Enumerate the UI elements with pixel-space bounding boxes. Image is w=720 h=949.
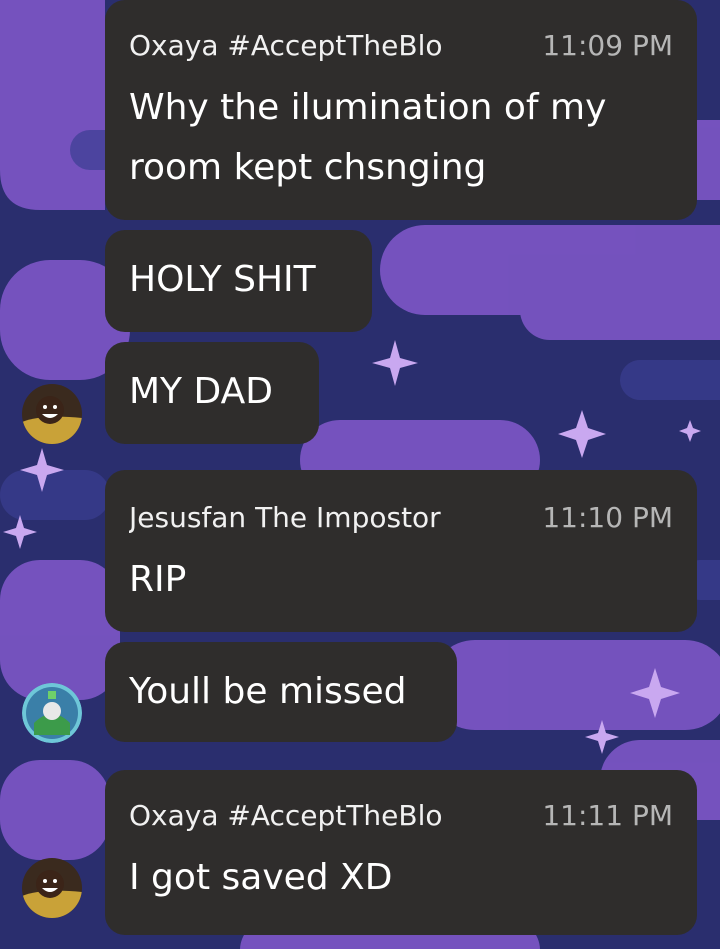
message-header: Jesusfan The Impostor 11:10 PM	[129, 498, 673, 538]
message-bubble[interactable]: Youll be missed	[105, 642, 457, 742]
sender-name[interactable]: Oxaya #AcceptTheBlo	[129, 796, 513, 836]
sender-name[interactable]: Jesusfan The Impostor	[129, 498, 513, 538]
message-header: Oxaya #AcceptTheBlo 11:09 PM	[129, 26, 673, 66]
message-text: Why the ilumination of my	[129, 87, 607, 128]
message-text: HOLY SHIT	[129, 259, 316, 300]
timestamp: 11:09 PM	[542, 29, 673, 62]
message-text: I got saved XD	[129, 857, 393, 898]
timestamp: 11:10 PM	[542, 501, 673, 534]
message-text: room kept chsnging	[129, 147, 487, 188]
message-bubble[interactable]: Oxaya #AcceptTheBlo 11:11 PM I got saved…	[105, 770, 697, 935]
message-bubble[interactable]: MY DAD	[105, 342, 319, 444]
message-text: RIP	[129, 559, 187, 600]
message-text: Youll be missed	[129, 671, 407, 712]
oxaya-avatar-icon[interactable]	[22, 384, 82, 444]
message-bubble[interactable]: HOLY SHIT	[105, 230, 372, 332]
message-text: MY DAD	[129, 371, 273, 412]
message-bubble[interactable]: Oxaya #AcceptTheBlo 11:09 PM Why the ilu…	[105, 0, 697, 220]
timestamp: 11:11 PM	[542, 799, 673, 832]
message-header: Oxaya #AcceptTheBlo 11:11 PM	[129, 796, 673, 836]
message-bubble[interactable]: Jesusfan The Impostor 11:10 PM RIP	[105, 470, 697, 632]
chat-view: Oxaya #AcceptTheBlo 11:09 PM Why the ilu…	[0, 0, 720, 949]
oxaya-avatar-icon[interactable]	[22, 858, 82, 918]
sender-name[interactable]: Oxaya #AcceptTheBlo	[129, 26, 513, 66]
jesusfan-avatar-icon[interactable]	[22, 683, 82, 743]
